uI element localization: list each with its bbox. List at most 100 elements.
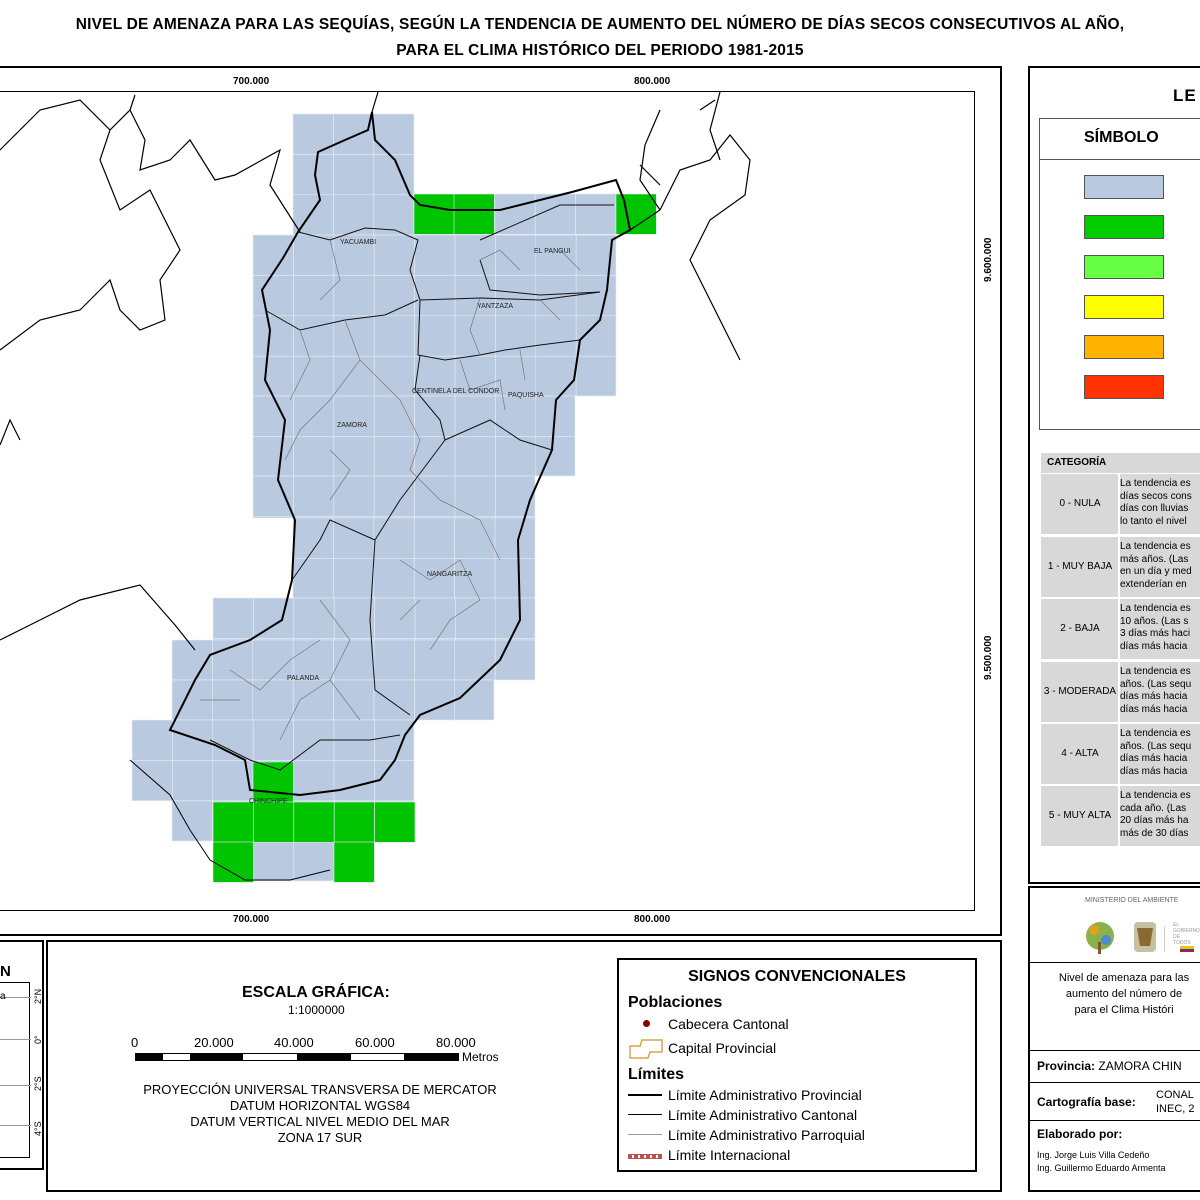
grid-cell [413,558,455,599]
x-tick-label: 700.000 [233,914,270,925]
grid-cell [252,639,294,681]
grid-cell [374,597,416,639]
category-description-line: 3 días más haci [1120,628,1191,639]
y-tick-label: 9.600.000 [983,237,994,283]
locator-grid [0,1039,31,1040]
lim-prov-line-icon [628,1094,662,1096]
town-label: YACUAMBI [340,239,376,246]
category-row: 1 - MUY BAJA La tendencia es más años. (La… [1041,537,1200,597]
locator-lat-label: 2°S [33,1076,43,1091]
grid-cell [373,234,415,276]
grid-cell [414,315,456,357]
y-tick-label: 9.500.000 [983,635,994,681]
category-name: 5 - MUY ALTA [1048,810,1112,821]
ministry-text: MINISTERIO DEL AMBIENTE [1085,897,1179,904]
grid-cell [252,355,294,397]
signs-lim-prov: Límite Administrativo Provincial [668,1087,862,1103]
grid-cell [374,719,415,761]
grid-cell [333,113,375,155]
locator-lat-label: 0° [33,1035,43,1044]
grid-cell [414,639,456,681]
grid-cell [212,801,254,843]
town-label: EL PANGUI [534,248,571,255]
desc-line: para el Clima Históri [1074,1004,1174,1016]
grid-cell [413,517,455,559]
category-description-line: La tendencia es [1120,790,1191,801]
grid-cell [454,436,496,477]
symbol-header: SÍMBOLO [1084,129,1159,146]
town-label: CHINCHIPE [249,798,288,805]
signs-limites: Límites [628,1066,685,1083]
gov-text: EL GOBIERNO DE TODOS [1173,922,1200,946]
grid-cell [252,315,294,357]
map-title: NIVEL DE AMENAZA PARA LAS SEQUÍAS, SEGÚN… [0,12,1200,64]
grid-cell [575,315,617,357]
grid-cell [575,275,617,317]
category-description: La tendencia es años. (Las sequ días más h… [1120,728,1200,778]
category-description-line: días más hacia [1120,640,1188,652]
gov-flag-icon [1180,946,1194,952]
grid-cell [293,355,335,397]
info-divider [1028,962,1200,963]
provincia-row: Provincia: ZAMORA CHIN [1037,1059,1182,1073]
category-description: La tendencia es 10 años. (Las s3 días más… [1120,603,1200,653]
elaborado-label: Elaborado por: [1037,1127,1123,1141]
grid-cell [373,315,415,357]
projection-text: PROYECCIÓN UNIVERSAL TRANSVERSA DE MERCA… [90,1082,550,1146]
scale-title: ESCALA GRÁFICA: [242,984,390,1001]
grid-cell [252,275,294,317]
legend-title: LE [1173,86,1197,105]
author-name: Ing. Guillermo Eduardo Armenta [1037,1163,1166,1173]
locator-lat-label: 4°S [33,1121,43,1136]
x-tick-label: 800.000 [634,914,671,925]
grid-cell [333,801,375,843]
signs-cabecera: Cabecera Cantonal [668,1016,789,1032]
grid-cell [373,517,415,559]
grid-cell [333,315,375,357]
category-description-line: 10 años. (Las s [1120,615,1189,627]
scale-label: 60.000 [355,1035,395,1050]
grid-cell [253,801,295,843]
grid-cell [454,639,496,681]
desc-line: aumento del número de [1065,988,1183,1000]
desc-line: Nivel de amenaza para las [1058,972,1190,984]
category-description: La tendencia es cada año. (Las 20 días más… [1120,790,1200,840]
x-tick-label: 800.000 [634,76,671,87]
grid-cell [253,840,295,882]
capital-outline-icon [629,1039,663,1059]
grid-cell [414,234,456,276]
town-label: ZAMORA [337,422,367,429]
category-description-line: La tendencia es [1120,541,1191,552]
category-name: 2 - BAJA [1060,623,1100,634]
projection-line: ZONA 17 SUR [277,1130,363,1145]
grid-cell [253,597,295,639]
legend-symbol-header-line [1039,159,1200,160]
town-label: CENTINELA DEL CONDOR [412,388,499,395]
grid-cell [495,395,537,437]
category-name: 0 - NULA [1059,498,1101,509]
grid-cell [494,517,536,559]
grid-cell [212,841,254,883]
x-tick-label: 700.000 [233,76,270,87]
locator-map [0,982,31,1158]
category-description-line: La tendencia es [1120,603,1191,614]
swatch-muy-alta [1084,375,1164,399]
grid-cell [373,436,415,477]
grid-cell [373,475,415,517]
category-row: 2 - BAJA La tendencia es 10 años. (Las s3 … [1041,599,1200,659]
grid-cell [252,516,294,519]
grid-cell [495,597,536,639]
grid-cell [292,517,334,559]
grid-cell [333,475,375,517]
grid-cell [535,355,577,397]
category-row: 3 - MODERADA La tendencia es años. (Las se… [1041,662,1200,722]
scale-label: 0 [131,1035,139,1050]
carto-line: INEC, 2 [1156,1103,1195,1115]
title-line-2: PARA EL CLIMA HISTÓRICO DEL PERIODO 1981… [396,42,804,59]
category-description: La tendencia es más años. (Las en un día y… [1120,541,1200,591]
grid-cell [414,475,456,517]
swatch-muy-baja [1084,215,1164,239]
category-description-line: días más hacia [1120,753,1188,764]
grid-cell [535,436,576,477]
town-label: NANGARITZA [427,571,472,578]
